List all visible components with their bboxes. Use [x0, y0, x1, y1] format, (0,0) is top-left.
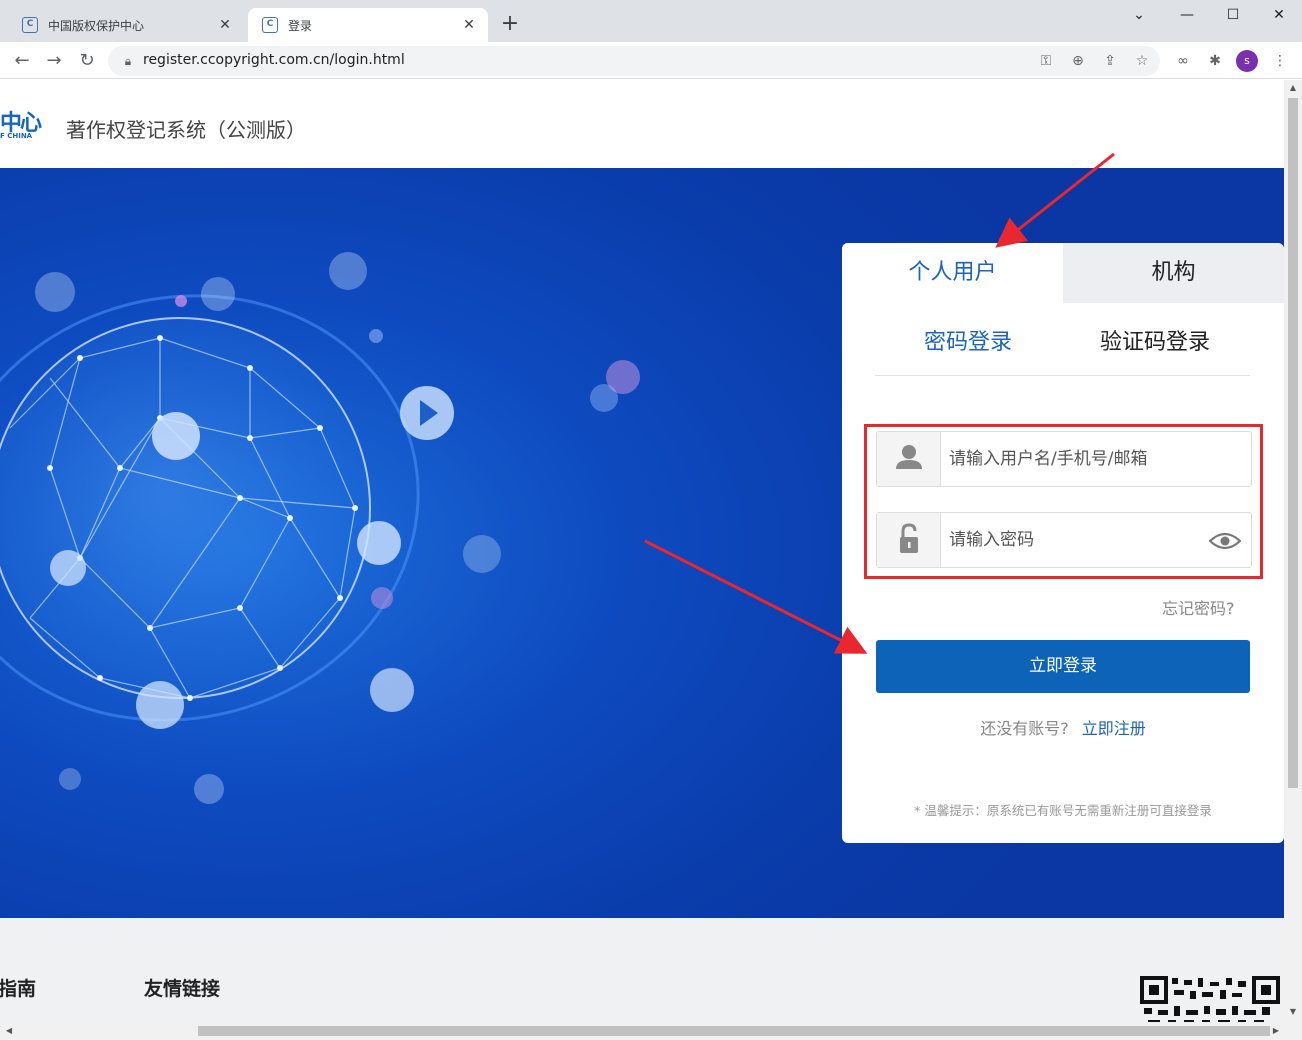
hero-banner: 个人用户 机构 密码登录 验证码登录 请输入用户名/手机号/邮箱 忘记密码? 立…	[0, 168, 1284, 918]
url-text[interactable]: register.ccopyright.com.cn/login.html	[143, 52, 405, 68]
share-icon[interactable]: ⇪	[1100, 51, 1120, 71]
close-icon[interactable]: ✕	[216, 16, 234, 34]
site-favicon-icon: C	[22, 17, 38, 33]
site-favicon-icon: C	[262, 17, 278, 33]
tab-login[interactable]: C 登录 ✕	[248, 8, 488, 42]
tab-personal-user[interactable]: 个人用户	[842, 243, 1063, 303]
scroll-right-icon[interactable]: ▶	[1268, 1026, 1284, 1035]
qr-code	[1140, 976, 1280, 1025]
link-icon[interactable]: ∞	[1173, 51, 1193, 71]
scroll-up-icon[interactable]: ▲	[1285, 83, 1301, 92]
vertical-scrollbar[interactable]: ▲ ▼	[1284, 80, 1302, 1025]
browser-tab-strip: C 中国版权保护中心 ✕ C 登录 ✕ + ⌄ — ☐ ✕	[0, 0, 1302, 42]
tab-title: 中国版权保护中心	[48, 18, 145, 33]
tab-organization[interactable]: 机构	[1063, 243, 1284, 303]
close-icon[interactable]: ✕	[460, 16, 478, 34]
site-title: 著作权登记系统（公测版）	[66, 118, 306, 142]
tab-password-login[interactable]: 密码登录	[924, 325, 1012, 361]
scroll-down-icon[interactable]: ▼	[1285, 1007, 1301, 1016]
extensions-icon[interactable]: ✱	[1205, 51, 1225, 71]
highlight-box	[864, 424, 1263, 579]
page-viewport: 中心 F CHINA 著作权登记系统（公测版） 个人用户 机构 密码登录 验证码…	[0, 80, 1284, 1025]
scroll-left-icon[interactable]: ◀	[1, 1026, 17, 1035]
horizontal-scrollbar[interactable]: ◀ ▶	[0, 1022, 1302, 1040]
zoom-icon[interactable]: ⊕	[1068, 51, 1088, 71]
tab-code-login[interactable]: 验证码登录	[1100, 325, 1210, 361]
site-logo[interactable]: 中心 F CHINA	[0, 105, 44, 141]
footer-heading-links: 友情链接	[144, 978, 221, 1000]
minimize-button[interactable]: —	[1164, 4, 1210, 26]
forward-icon[interactable]: →	[42, 49, 66, 73]
vertical-scroll-thumb[interactable]	[1288, 98, 1298, 788]
tip-text: * 温馨提示：原系统已有账号无需重新注册可直接登录	[914, 803, 1212, 818]
footer-heading-guide: 指南	[0, 978, 37, 1000]
maximize-button[interactable]: ☐	[1210, 4, 1256, 26]
globe-illustration	[0, 252, 640, 804]
star-icon[interactable]: ☆	[1132, 51, 1152, 71]
new-tab-button[interactable]: +	[498, 13, 522, 37]
register-link[interactable]: 立即注册	[1082, 719, 1146, 738]
profile-avatar[interactable]: s	[1236, 50, 1258, 72]
tab-title: 登录	[288, 18, 313, 33]
site-header: 中心 F CHINA 著作权登记系统（公测版）	[0, 80, 1284, 168]
lock-icon[interactable]: 🔒︎	[118, 51, 138, 71]
forgot-password-link[interactable]: 忘记密码?	[1162, 595, 1235, 619]
key-icon[interactable]: ⚿	[1036, 51, 1056, 71]
divider	[875, 375, 1250, 376]
back-icon[interactable]: ←	[10, 49, 34, 73]
menu-icon[interactable]: ⋮	[1270, 51, 1290, 71]
horizontal-scroll-thumb[interactable]	[198, 1026, 1270, 1036]
logo-subtext: F CHINA	[0, 132, 33, 140]
site-footer: 指南 友情链接	[0, 918, 1284, 1025]
no-account-text: 还没有账号?	[980, 719, 1069, 738]
tab-search-icon[interactable]: ⌄	[1116, 4, 1162, 26]
tab-copyright-center[interactable]: C 中国版权保护中心 ✕	[8, 8, 244, 42]
reload-icon[interactable]: ↻	[75, 49, 99, 73]
browser-toolbar: ← → ↻ 🔒︎ register.ccopyright.com.cn/logi…	[0, 42, 1302, 79]
close-window-button[interactable]: ✕	[1256, 4, 1302, 26]
register-row: 还没有账号? 立即注册	[842, 715, 1284, 739]
address-bar[interactable]: 🔒︎ register.ccopyright.com.cn/login.html…	[108, 46, 1160, 76]
login-card: 个人用户 机构 密码登录 验证码登录 请输入用户名/手机号/邮箱 忘记密码? 立…	[842, 243, 1284, 843]
login-button[interactable]: 立即登录	[876, 640, 1250, 693]
